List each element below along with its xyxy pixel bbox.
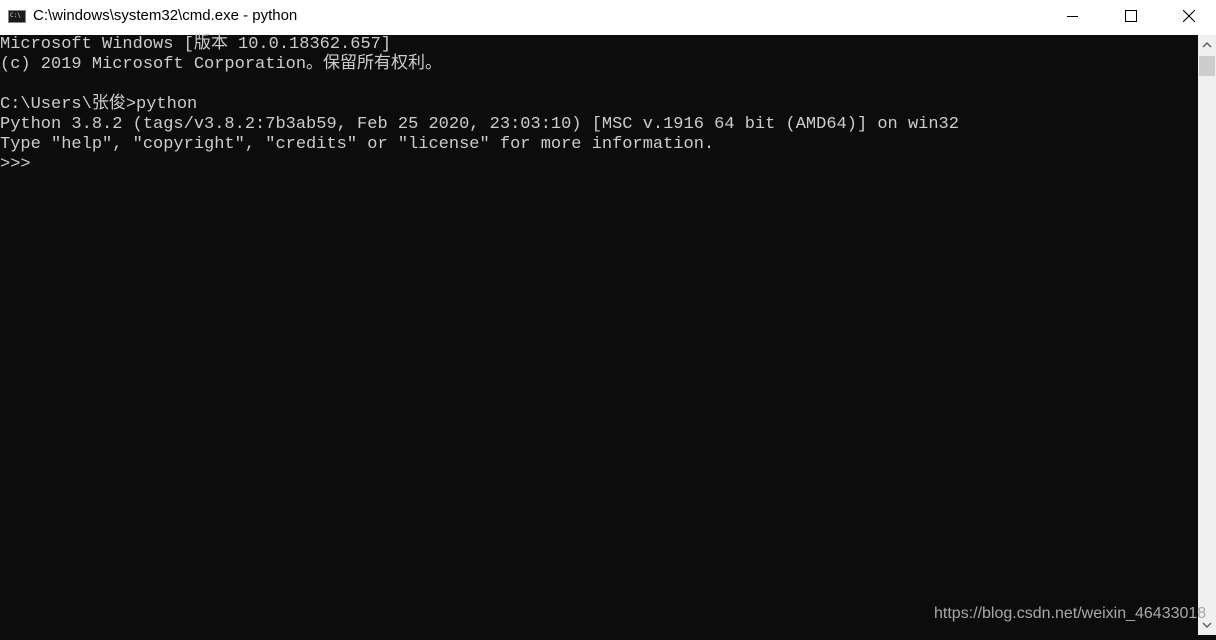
console-line: Python 3.8.2 (tags/v3.8.2:7b3ab59, Feb 2… [0, 115, 959, 134]
maximize-button[interactable] [1102, 0, 1160, 35]
cmd-icon[interactable]: C:\ [8, 10, 26, 23]
console-line: (c) 2019 Microsoft Corporation。保留所有权利。 [0, 55, 443, 74]
watermark: https://blog.csdn.net/weixin_46433018 [934, 605, 1207, 622]
close-button[interactable] [1160, 0, 1216, 35]
console-output[interactable]: Microsoft Windows [版本 10.0.18362.657] (c… [0, 35, 1198, 635]
python-prompt[interactable]: >>> [0, 155, 41, 175]
console-line: Microsoft Windows [版本 10.0.18362.657] [0, 35, 392, 54]
chevron-up-icon [1202, 41, 1212, 48]
minimize-button[interactable] [1044, 0, 1102, 35]
title-bar[interactable]: C:\ C:\windows\system32\cmd.exe - python [0, 0, 1216, 35]
vertical-scrollbar[interactable] [1198, 35, 1216, 635]
scroll-thumb[interactable] [1199, 56, 1215, 76]
close-icon [1183, 10, 1195, 22]
scroll-up-button[interactable] [1198, 35, 1216, 55]
console-line: Type "help", "copyright", "credits" or "… [0, 135, 715, 154]
console-line: C:\Users\张俊>python [0, 95, 198, 114]
maximize-icon [1125, 10, 1137, 22]
minimize-icon [1067, 16, 1078, 17]
window-title: C:\windows\system32\cmd.exe - python [33, 7, 298, 24]
